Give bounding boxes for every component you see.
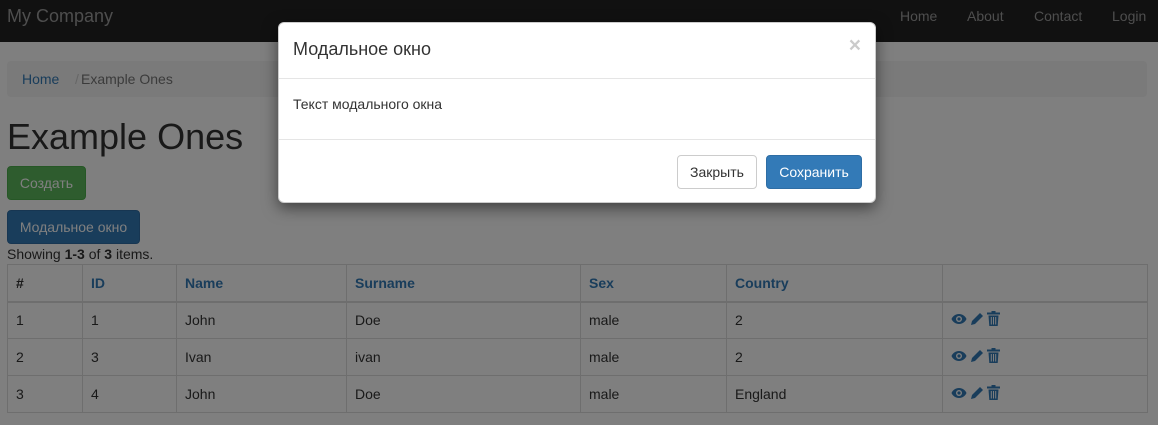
close-icon[interactable]: ×: [849, 35, 861, 56]
modal-footer: Закрыть Сохранить: [279, 139, 875, 204]
modal-dialog: Модальное окно × Текст модального окна З…: [278, 22, 876, 203]
modal-header: Модальное окно ×: [279, 23, 875, 79]
modal-body-text: Текст модального окна: [293, 96, 443, 112]
modal-title: Модальное окно: [293, 39, 432, 59]
modal-close-button[interactable]: Закрыть: [677, 155, 757, 189]
modal-save-button[interactable]: Сохранить: [766, 155, 862, 189]
